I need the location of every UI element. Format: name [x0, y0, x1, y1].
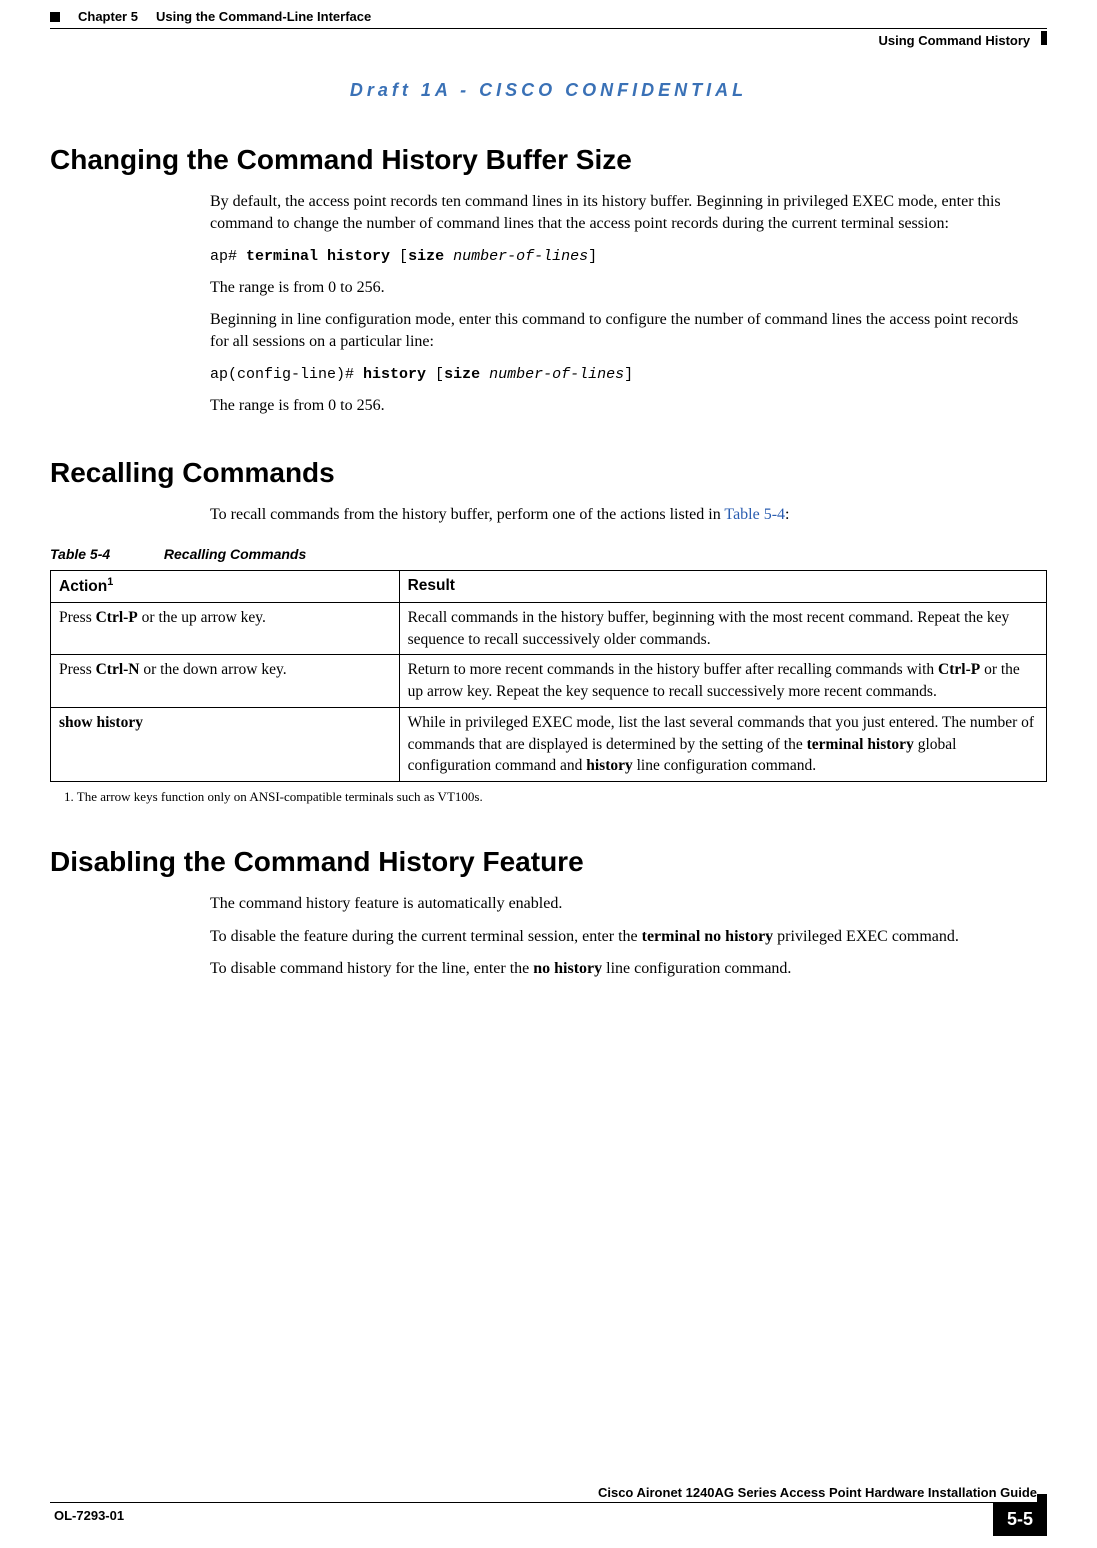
- cmd2-t2: [480, 366, 489, 383]
- r1-a-bold: Ctrl-N: [96, 661, 140, 678]
- footer-guide-title: Cisco Aironet 1240AG Series Access Point…: [50, 1484, 1047, 1502]
- table-5-4-link[interactable]: Table 5-4: [724, 506, 785, 523]
- col-action-sup: 1: [107, 576, 113, 588]
- chapter-label: Chapter 5: [78, 8, 138, 26]
- table-row: show history While in privileged EXEC mo…: [51, 707, 1047, 781]
- cmd2-t1: [: [426, 366, 444, 383]
- table-caption: Table 5-4 Recalling Commands: [50, 545, 1047, 565]
- cmd1-t3: ]: [588, 248, 597, 265]
- disabling-p3: To disable command history for the line,…: [210, 958, 1037, 980]
- d-p3-pre: To disable command history for the line,…: [210, 960, 533, 977]
- cmd1-t2: [444, 248, 453, 265]
- r1-a-pre: Press: [59, 661, 96, 678]
- header-section-row: Using Command History: [50, 31, 1047, 50]
- col-action-label: Action: [59, 578, 107, 595]
- r1-a-post: or the down arrow key.: [140, 661, 287, 678]
- page-footer: Cisco Aironet 1240AG Series Access Point…: [50, 1484, 1047, 1536]
- heading-disabling-history: Disabling the Command History Feature: [50, 842, 1047, 881]
- changing-p1: By default, the access point records ten…: [210, 191, 1037, 236]
- page-header: Chapter 5 Using the Command-Line Interfa…: [50, 8, 1047, 26]
- r2-r-b2: history: [586, 757, 633, 774]
- table-row: Press Ctrl-P or the up arrow key. Recall…: [51, 603, 1047, 655]
- col-action: Action1: [51, 571, 400, 603]
- row0-result: Recall commands in the history buffer, b…: [399, 603, 1046, 655]
- disabling-p2: To disable the feature during the curren…: [210, 926, 1037, 948]
- cmd1-prompt: ap#: [210, 248, 246, 265]
- cmd2-kw1: history: [363, 366, 426, 383]
- section-recalling-intro: To recall commands from the history buff…: [210, 504, 1037, 526]
- row2-result: While in privileged EXEC mode, list the …: [399, 707, 1046, 781]
- recalling-intro-post: :: [785, 506, 789, 523]
- cmd2-t3: ]: [624, 366, 633, 383]
- changing-cmd1: ap# terminal history [size number-of-lin…: [210, 246, 1037, 267]
- cmd1-kw2: size: [408, 248, 444, 265]
- row2-action: show history: [51, 707, 400, 781]
- recalling-commands-table: Action1 Result Press Ctrl-P or the up ar…: [50, 570, 1047, 782]
- footer-doc-id: OL-7293-01: [50, 1503, 993, 1536]
- section-label: Using Command History: [878, 33, 1030, 48]
- d-p3-post: line configuration command.: [602, 960, 791, 977]
- d-p2-post: privileged EXEC command.: [773, 928, 959, 945]
- changing-p4: The range is from 0 to 256.: [210, 395, 1037, 417]
- col-result: Result: [399, 571, 1046, 603]
- table-title: Recalling Commands: [164, 546, 306, 562]
- heading-recalling-commands: Recalling Commands: [50, 453, 1047, 492]
- recalling-intro: To recall commands from the history buff…: [210, 504, 1037, 526]
- chapter-title: Using the Command-Line Interface: [156, 8, 371, 26]
- row0-action: Press Ctrl-P or the up arrow key.: [51, 603, 400, 655]
- changing-p2: The range is from 0 to 256.: [210, 277, 1037, 299]
- header-left-marker-icon: [50, 12, 60, 22]
- r0-a-pre: Press: [59, 609, 96, 626]
- table-id: Table 5-4: [50, 545, 160, 565]
- header-right-marker-icon: [1041, 31, 1047, 45]
- disabling-p1: The command history feature is automatic…: [210, 893, 1037, 915]
- cmd2-arg: number-of-lines: [489, 366, 624, 383]
- r2-a-bold: show history: [59, 714, 143, 731]
- row1-result: Return to more recent commands in the hi…: [399, 655, 1046, 707]
- r1-r-pre: Return to more recent commands in the hi…: [408, 661, 938, 678]
- cmd2-kw2: size: [444, 366, 480, 383]
- table-row: Press Ctrl-N or the down arrow key. Retu…: [51, 655, 1047, 707]
- confidential-banner: Draft 1A - CISCO CONFIDENTIAL: [50, 78, 1047, 103]
- r2-r-b1: terminal history: [807, 736, 914, 753]
- changing-cmd2: ap(config-line)# history [size number-of…: [210, 364, 1037, 385]
- d-p2-pre: To disable the feature during the curren…: [210, 928, 642, 945]
- d-p2-bold: terminal no history: [642, 928, 774, 945]
- recalling-intro-pre: To recall commands from the history buff…: [210, 506, 724, 523]
- cmd1-kw1: terminal history: [246, 248, 390, 265]
- section-disabling-body: The command history feature is automatic…: [210, 893, 1037, 980]
- row1-action: Press Ctrl-N or the down arrow key.: [51, 655, 400, 707]
- cmd2-prompt: ap(config-line)#: [210, 366, 363, 383]
- heading-changing-buffer-size: Changing the Command History Buffer Size: [50, 140, 1047, 179]
- r0-a-post: or the up arrow key.: [138, 609, 266, 626]
- table-footnote: 1. The arrow keys function only on ANSI-…: [64, 788, 1047, 806]
- r2-r-post: line configuration command.: [633, 757, 816, 774]
- r1-r-bold: Ctrl-P: [938, 661, 980, 678]
- r0-a-bold: Ctrl-P: [96, 609, 138, 626]
- d-p3-bold: no history: [533, 960, 602, 977]
- cmd1-arg: number-of-lines: [453, 248, 588, 265]
- header-rule: [50, 28, 1047, 29]
- changing-p3: Beginning in line configuration mode, en…: [210, 309, 1037, 354]
- section-changing-body: By default, the access point records ten…: [210, 191, 1037, 417]
- footer-page-number: 5-5: [993, 1503, 1047, 1536]
- cmd1-t1: [: [390, 248, 408, 265]
